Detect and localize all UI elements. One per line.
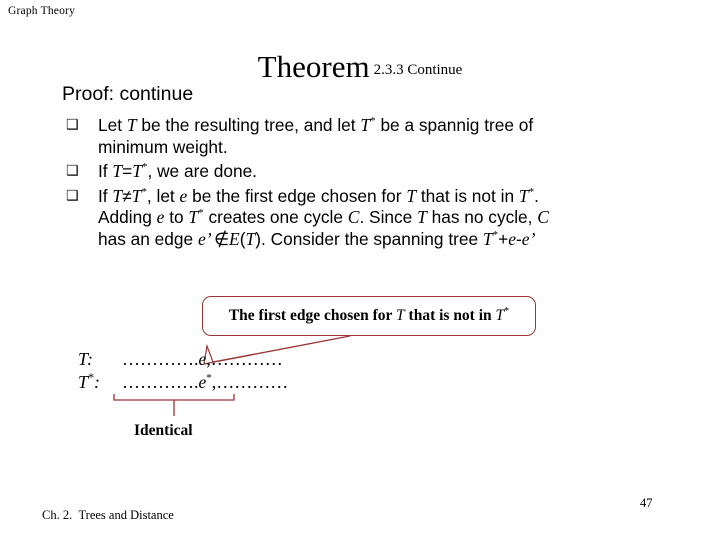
math-variable: E	[229, 228, 240, 249]
identical-bracket-icon	[113, 394, 235, 416]
sequence-label-t-star: T*:	[78, 371, 122, 394]
math-variable: T	[131, 185, 142, 206]
text-run: has an edge	[98, 228, 198, 249]
sequence-dots-left-t-star: ………….	[122, 372, 199, 392]
bullet-line: Adding e to T* creates one cycle C. Sinc…	[98, 207, 656, 229]
sequence-label-t-star-text: T	[78, 372, 89, 392]
sequence-block: T: ………….e,………… T*: ………….e*,…………	[78, 348, 288, 394]
text-run: minimum weight.	[98, 136, 228, 157]
bullet-text: If T=T*, we are done.	[98, 160, 656, 183]
math-variable: C	[537, 207, 549, 227]
footer-chapter: Ch. 2. Trees and Distance	[42, 508, 174, 523]
callout-text-prefix: The first edge chosen for	[228, 307, 397, 324]
sequence-dots-right-t: …………	[210, 349, 283, 369]
text-run: , let	[146, 185, 180, 206]
math-variable: T	[518, 185, 529, 206]
bullet-line: minimum weight.	[98, 137, 656, 159]
math-variable: T	[112, 185, 123, 206]
math-variable: e	[508, 228, 517, 249]
bullet-square-icon: ❑	[66, 187, 79, 204]
sequence-row-t: T: ………….e,…………	[78, 348, 288, 371]
text-run: creates one cycle	[203, 207, 348, 227]
math-variable: T	[482, 228, 493, 249]
bullet-text: If T≠T*, let e be the first edge chosen …	[98, 185, 656, 251]
callout-var-t2: T	[495, 307, 505, 324]
text-run: If	[98, 185, 113, 206]
math-variable: T	[406, 185, 417, 206]
bullet-resulting-tree: ❑ Let T be the resulting tree, and let T*…	[66, 114, 656, 158]
callout-text: The first edge chosen for T that is not …	[228, 305, 510, 325]
footer-chapter-number: Ch. 2.	[42, 508, 73, 522]
text-run: If	[98, 161, 113, 181]
bullet-not-equal-case: ❑ If T≠T*, let e be the first edge chosen…	[66, 185, 656, 251]
math-operator: =	[122, 161, 133, 181]
sequence-dots-right-t-star: …………	[216, 372, 289, 392]
bullet-line: Let T be the resulting tree, and let T* …	[98, 115, 656, 137]
text-run: that is not in	[416, 185, 519, 206]
text-run: Adding	[98, 207, 157, 227]
bullet-text: Let T be the resulting tree, and let T* …	[98, 114, 656, 158]
callout-annotation: The first edge chosen for T that is not …	[202, 296, 542, 365]
proof-label: Proof: continue	[62, 83, 194, 105]
bullet-line: If T≠T*, let e be the first edge chosen …	[98, 186, 656, 208]
text-run: , we are done.	[147, 161, 257, 181]
text-run: . Since	[359, 207, 418, 227]
sequence-dots-left-t: ………….	[122, 349, 199, 369]
math-operator: +	[498, 228, 509, 249]
callout-star-glyph: *	[504, 305, 510, 317]
text-run: Let	[98, 115, 127, 135]
bullet-square-icon: ❑	[66, 163, 79, 179]
math-variable: T	[112, 161, 123, 181]
footer-chapter-title: Trees and Distance	[78, 508, 174, 522]
text-run: . Consider the spanning tree	[261, 228, 483, 249]
bullet-line: If T=T*, we are done.	[98, 161, 656, 183]
math-variable: T	[417, 207, 427, 227]
math-variable: T	[132, 161, 142, 181]
bullet-line: has an edge e’ ∉E(T). Consider the spann…	[98, 229, 656, 251]
slide-title: Theorem 2.3.3 Continue	[60, 50, 660, 84]
sequence-row-t-star: T*: ………….e*,…………	[78, 371, 288, 394]
math-variable: T	[126, 115, 137, 135]
callout-box: The first edge chosen for T that is not …	[202, 296, 536, 336]
text-run: be the resulting tree, and let	[136, 115, 361, 135]
bullet-equal-case: ❑ If T=T*, we are done.	[66, 160, 656, 183]
identical-label: Identical	[134, 422, 193, 439]
math-operator: ∉	[213, 228, 230, 249]
text-run: to	[164, 207, 189, 227]
math-operator: ≠	[122, 185, 132, 206]
title-main-text: Theorem	[257, 49, 370, 84]
math-variable: T	[188, 207, 199, 227]
slide-canvas: Graph Theory Theorem 2.3.3 Continue Proof…	[0, 0, 720, 540]
text-run: be the first edge chosen for	[187, 185, 407, 206]
math-variable: T	[360, 115, 371, 135]
sequence-label-t: T:	[78, 349, 94, 369]
math-variable: T	[245, 228, 256, 249]
title-subtitle-text: 2.3.3 Continue	[373, 62, 463, 78]
bullet-list: ❑ Let T be the resulting tree, and let T*…	[66, 114, 656, 252]
footer-page-number: 47	[640, 496, 653, 510]
bullet-square-icon: ❑	[66, 117, 79, 133]
callout-text-mid: that is not in	[404, 307, 496, 324]
math-variable: e’	[521, 228, 536, 249]
slide-header-title: Graph Theory	[8, 5, 76, 17]
math-variable: C	[347, 207, 360, 227]
text-run: has no cycle,	[426, 207, 538, 227]
callout-var-t: T	[396, 307, 405, 324]
sequence-label-colon: :	[94, 372, 101, 392]
math-variable: e’	[197, 228, 214, 249]
text-run: .	[534, 185, 539, 206]
text-run: be a spannig tree of	[375, 115, 534, 135]
